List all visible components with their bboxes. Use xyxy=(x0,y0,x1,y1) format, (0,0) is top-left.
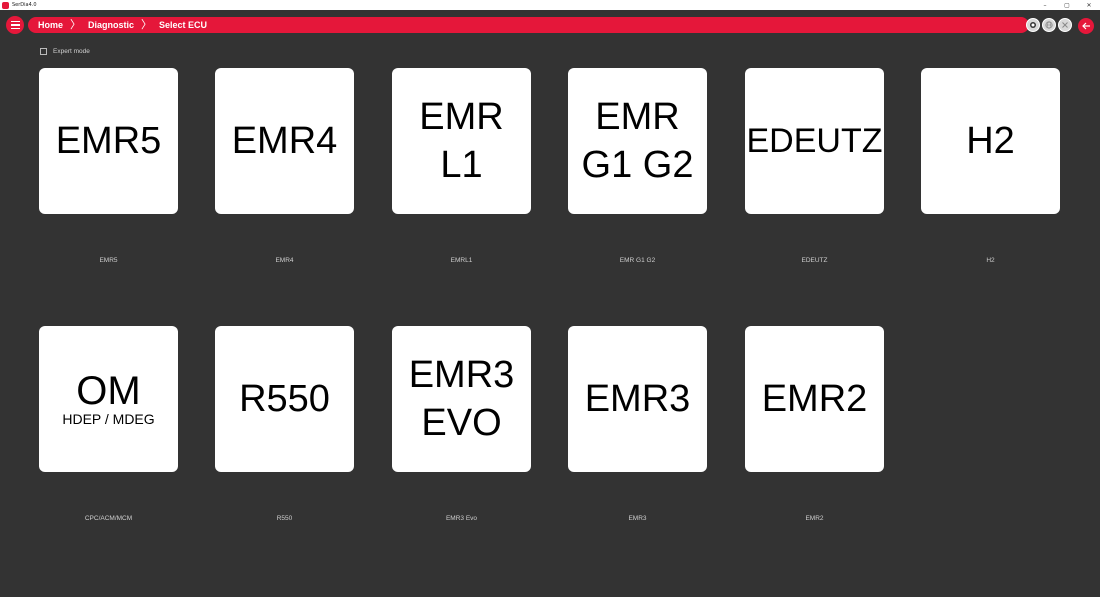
ecu-caption-emr-g1-g2: EMR G1 G2 xyxy=(619,257,656,264)
window-controls: – ▢ ✕ xyxy=(1034,0,1100,10)
breadcrumb-separator-icon: 〉 xyxy=(141,18,153,31)
globe-icon[interactable] xyxy=(1042,18,1056,32)
ecu-tile-edeutz[interactable]: EDEUTZ xyxy=(745,68,884,214)
breadcrumb-diagnostic[interactable]: Diagnostic xyxy=(88,20,134,30)
expert-mode-checkbox[interactable] xyxy=(40,48,47,55)
ecu-tile-label: H2 xyxy=(966,120,1015,162)
expert-mode-toggle[interactable]: Expert mode xyxy=(40,48,90,55)
ecu-tile-label: EMR2 xyxy=(761,378,868,420)
ecu-tile-label: EMR3 xyxy=(408,354,515,396)
ecu-caption-emrl1: EMRL1 xyxy=(450,257,473,264)
ecu-tile-label: EMR4 xyxy=(231,120,338,162)
ecu-tile-label: EMR xyxy=(595,96,680,138)
ecu-tile-label: OM xyxy=(76,369,141,413)
title-bar: SerDia4.0 – ▢ ✕ xyxy=(0,0,1100,10)
ecu-tile-label: EVO xyxy=(421,402,502,444)
close-window-button[interactable]: ✕ xyxy=(1078,0,1100,10)
ecu-tile-om[interactable]: OM HDEP / MDEG xyxy=(39,326,178,472)
ecu-tile-label: EMR5 xyxy=(55,120,162,162)
ecu-caption-emr4: EMR4 xyxy=(275,257,294,264)
record-icon[interactable] xyxy=(1026,18,1040,32)
window-title: SerDia4.0 xyxy=(12,2,37,8)
ecu-tile-label: EDEUTZ xyxy=(746,122,883,160)
ecu-caption-r550: R550 xyxy=(276,515,293,522)
ecu-caption-emr3: EMR3 xyxy=(628,515,647,522)
close-circle-icon[interactable] xyxy=(1058,18,1072,32)
ecu-tile-emr3-evo[interactable]: EMR3 EVO xyxy=(392,326,531,472)
app-window: SerDia4.0 – ▢ ✕ Home 〉 Diagnostic 〉 Sele… xyxy=(0,0,1100,597)
expert-mode-label: Expert mode xyxy=(53,48,90,55)
maximize-button[interactable]: ▢ xyxy=(1056,0,1078,10)
ecu-caption-om: CPC/ACM/MCM xyxy=(84,515,133,522)
ecu-tile-emr2[interactable]: EMR2 xyxy=(745,326,884,472)
ecu-tile-emrl1[interactable]: EMR L1 xyxy=(392,68,531,214)
app-logo-icon xyxy=(2,1,9,9)
ecu-tile-label: EMR3 xyxy=(584,378,691,420)
ecu-tile-sublabel: HDEP / MDEG xyxy=(62,411,155,427)
ecu-tile-r550[interactable]: R550 xyxy=(215,326,354,472)
toolbar-icons xyxy=(1026,18,1072,32)
ecu-tile-emr3[interactable]: EMR3 xyxy=(568,326,707,472)
ecu-caption-emr3-evo: EMR3 Evo xyxy=(445,515,478,522)
back-arrow-icon[interactable] xyxy=(1078,18,1094,34)
ecu-caption-edeutz: EDEUTZ xyxy=(801,257,828,264)
breadcrumb: Home 〉 Diagnostic 〉 Select ECU xyxy=(28,17,1029,33)
hamburger-menu-icon[interactable] xyxy=(6,16,24,34)
ecu-caption-emr2: EMR2 xyxy=(805,515,824,522)
minimize-button[interactable]: – xyxy=(1034,0,1056,10)
ecu-tile-emr4[interactable]: EMR4 xyxy=(215,68,354,214)
ecu-tile-label: R550 xyxy=(239,378,330,420)
ecu-tile-h2[interactable]: H2 xyxy=(921,68,1060,214)
top-navbar: Home 〉 Diagnostic 〉 Select ECU xyxy=(0,10,1100,40)
ecu-tile-label: G1 G2 xyxy=(581,144,694,186)
ecu-caption-h2: H2 xyxy=(986,257,995,264)
ecu-tile-label: L1 xyxy=(440,144,483,186)
breadcrumb-separator-icon: 〉 xyxy=(70,18,82,31)
breadcrumb-home[interactable]: Home xyxy=(38,20,63,30)
ecu-tile-emr-g1-g2[interactable]: EMR G1 G2 xyxy=(568,68,707,214)
ecu-tile-emr5[interactable]: EMR5 xyxy=(39,68,178,214)
ecu-tile-label: EMR xyxy=(419,96,504,138)
breadcrumb-select-ecu: Select ECU xyxy=(159,20,208,30)
ecu-caption-emr5: EMR5 xyxy=(99,257,118,264)
